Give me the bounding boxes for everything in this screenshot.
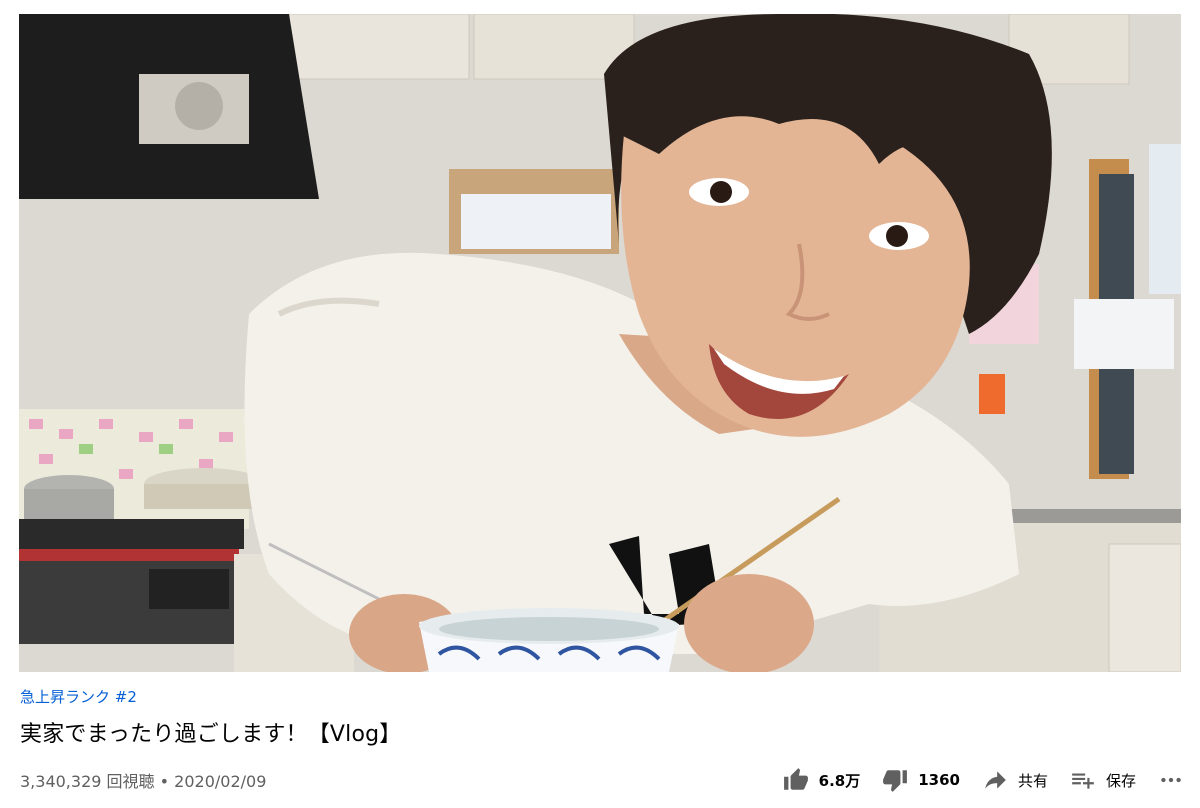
video-frame: [19, 14, 1181, 672]
upload-date: 2020/02/09: [174, 772, 267, 791]
video-player[interactable]: [19, 14, 1181, 672]
share-label: 共有: [1017, 771, 1048, 790]
thumbs-up-icon: [783, 767, 809, 793]
like-count: 6.8万: [818, 771, 861, 790]
view-count: 3,340,329 回視聴: [20, 772, 155, 791]
more-actions-button[interactable]: [1158, 767, 1184, 793]
save-button[interactable]: 保存: [1070, 767, 1136, 793]
dislike-button[interactable]: 1360: [882, 767, 960, 793]
video-title: 実家でまったり過ごします！【Vlog】: [20, 722, 402, 747]
trending-rank-link[interactable]: 急上昇ランク #2: [20, 686, 137, 707]
like-button[interactable]: 6.8万: [783, 767, 861, 793]
info-separator: •: [159, 772, 170, 791]
dislike-count: 1360: [918, 771, 960, 789]
playlist-add-icon: [1070, 767, 1096, 793]
share-button[interactable]: 共有: [982, 767, 1048, 793]
share-icon: [982, 767, 1008, 793]
thumbs-down-icon: [882, 767, 908, 793]
video-info: 3,340,329 回視聴 • 2020/02/09: [20, 768, 266, 792]
more-icon: [1158, 767, 1184, 793]
action-bar: 6.8万 1360 共有 保存: [761, 762, 1184, 798]
save-label: 保存: [1105, 771, 1136, 790]
